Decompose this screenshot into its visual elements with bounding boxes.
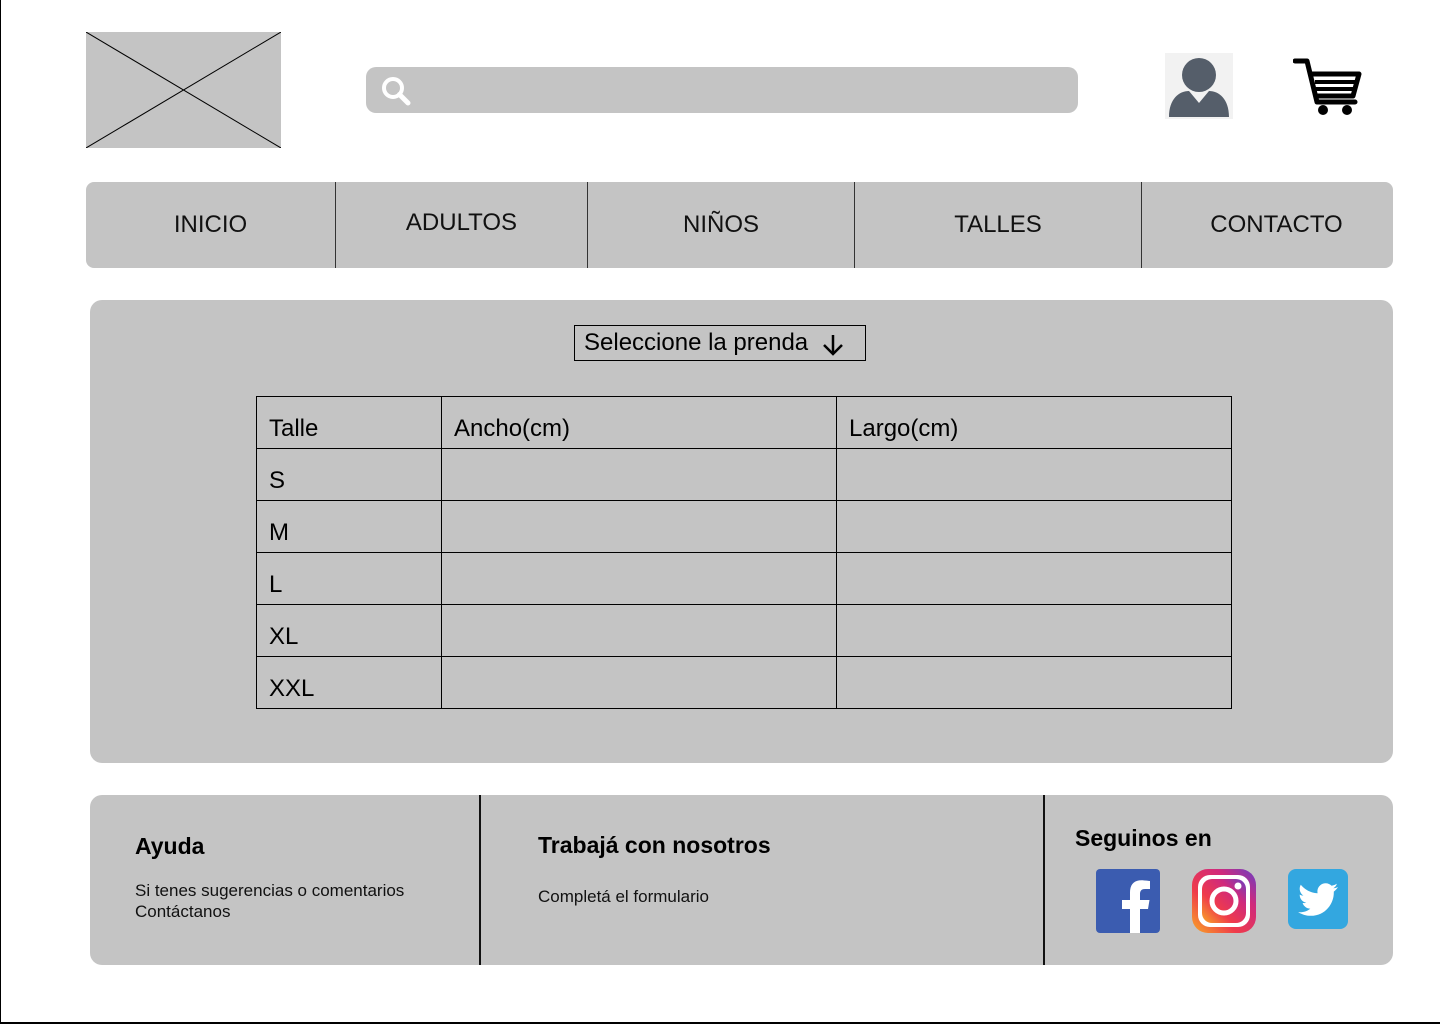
- table-row: XXL: [256, 656, 1232, 709]
- twitter-icon[interactable]: [1288, 869, 1348, 929]
- table-row: S: [256, 448, 1232, 501]
- length-cell: [836, 500, 1232, 553]
- nav-item-adultos[interactable]: ADULTOS: [336, 180, 587, 266]
- help-text-line1: Si tenes sugerencias o comentarios: [135, 881, 405, 900]
- table-row: XL: [256, 604, 1232, 657]
- search-input[interactable]: [422, 67, 1066, 115]
- width-cell: [441, 500, 837, 553]
- social-title: Seguinos en: [1075, 825, 1212, 851]
- table-row: M: [256, 500, 1232, 553]
- footer-divider: [479, 795, 481, 965]
- footer-divider: [1043, 795, 1045, 965]
- column-header: Largo(cm): [836, 396, 1232, 449]
- size-cell: XL: [256, 604, 442, 657]
- cart-icon[interactable]: [1292, 56, 1363, 118]
- help-title: Ayuda: [135, 833, 205, 859]
- contact-link[interactable]: Contáctanos: [135, 901, 230, 922]
- garment-select-label: Seleccione la prenda: [584, 329, 809, 356]
- size-cell: L: [256, 552, 442, 605]
- nav-item-inicio[interactable]: INICIO: [86, 182, 335, 268]
- search-bar[interactable]: [366, 67, 1078, 115]
- nav-item-talles[interactable]: TALLES: [855, 182, 1141, 268]
- logo-placeholder[interactable]: [86, 32, 281, 148]
- nav-item-ninos[interactable]: NIÑOS: [588, 182, 854, 268]
- size-cell: S: [256, 448, 442, 501]
- garment-select[interactable]: Seleccione la prenda: [574, 325, 866, 361]
- size-table: Talle Ancho(cm) Largo(cm) S M L XL XXL: [256, 396, 1232, 709]
- instagram-icon[interactable]: [1192, 869, 1256, 933]
- work-title: Trabajá con nosotros: [538, 832, 771, 858]
- width-cell: [441, 656, 837, 709]
- work-form-link[interactable]: Completá el formulario: [538, 886, 709, 907]
- length-cell: [836, 552, 1232, 605]
- width-cell: [441, 604, 837, 657]
- width-cell: [441, 552, 837, 605]
- size-cell: XXL: [256, 656, 442, 709]
- facebook-icon[interactable]: [1096, 869, 1160, 933]
- column-header: Ancho(cm): [441, 396, 837, 449]
- main-nav: INICIO ADULTOS NIÑOS TALLES CONTACTO: [86, 182, 1393, 268]
- size-guide-panel: Seleccione la prenda Talle Ancho(cm) Lar…: [90, 300, 1393, 763]
- arrow-down-icon: [821, 333, 845, 364]
- length-cell: [836, 604, 1232, 657]
- footer: Ayuda Si tenes sugerencias o comentarios…: [90, 795, 1393, 965]
- search-icon[interactable]: [380, 75, 412, 112]
- nav-item-contacto[interactable]: CONTACTO: [1142, 182, 1411, 268]
- length-cell: [836, 656, 1232, 709]
- length-cell: [836, 448, 1232, 501]
- size-cell: M: [256, 500, 442, 553]
- user-icon[interactable]: [1165, 53, 1233, 119]
- table-header-row: Talle Ancho(cm) Largo(cm): [256, 396, 1232, 449]
- column-header: Talle: [256, 396, 442, 449]
- width-cell: [441, 448, 837, 501]
- table-row: L: [256, 552, 1232, 605]
